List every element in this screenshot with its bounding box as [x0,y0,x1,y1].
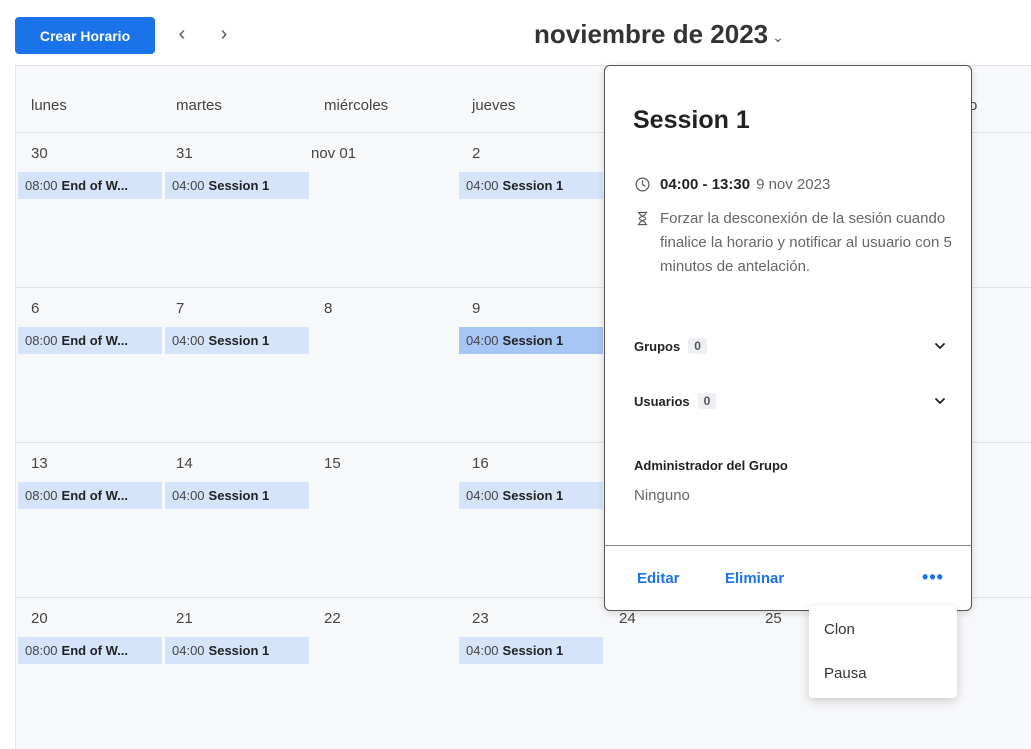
users-section[interactable]: Usuarios 0 [634,393,946,409]
day-number[interactable]: 20 [31,610,48,627]
more-options-icon[interactable]: ••• [917,564,949,590]
event-time: 04:00 [466,488,499,503]
day-number[interactable]: 9 [472,300,480,317]
disconnect-notice: Forzar la desconexión de la sesión cuand… [635,207,955,279]
event-date: 9 nov 2023 [756,176,831,193]
event-chip[interactable]: 08:00 End of W... [18,482,162,509]
event-time-line: 04:00 - 13:30 9 nov 2023 [635,176,830,193]
users-label: Usuarios [634,393,690,409]
event-title: Session 1 [502,178,564,193]
notice-text: Forzar la desconexión de la sesión cuand… [660,210,952,275]
event-title: Session 1 [208,178,270,193]
groups-section[interactable]: Grupos 0 [634,338,946,354]
day-number[interactable]: 16 [472,455,489,472]
day-number[interactable]: 21 [176,610,193,627]
event-chip[interactable]: 04:00 Session 1 [165,327,309,354]
event-chip-selected[interactable]: 04:00 Session 1 [459,327,603,354]
event-title: Session 1 [502,333,564,348]
day-number[interactable]: 30 [31,145,48,162]
event-time: 08:00 [25,333,58,348]
event-time: 04:00 [466,333,499,348]
chevron-left-icon[interactable]: ‹ [168,19,196,49]
event-time: 04:00 [466,178,499,193]
group-admin-value: Ninguno [634,487,690,504]
hourglass-icon [637,211,648,226]
event-chip[interactable]: 04:00 Session 1 [459,482,603,509]
day-number[interactable]: 8 [324,300,332,317]
event-title: End of W... [61,178,128,193]
day-number[interactable]: 24 [619,610,636,627]
event-time-range: 04:00 - 13:30 [660,176,751,193]
event-chip[interactable]: 04:00 Session 1 [165,172,309,199]
event-time: 04:00 [172,178,205,193]
create-schedule-button[interactable]: Crear Horario [15,17,155,54]
day-number[interactable]: 14 [176,455,193,472]
event-chip[interactable]: 04:00 Session 1 [459,172,603,199]
event-chip[interactable]: 08:00 End of W... [18,327,162,354]
event-title: End of W... [61,333,128,348]
event-title: Session 1 [208,333,270,348]
groups-label: Grupos [634,338,681,354]
event-title: Session 1 [502,643,564,658]
pause-menu-item[interactable]: Pausa [824,665,867,682]
day-number[interactable]: 15 [324,455,341,472]
day-number[interactable]: 2 [472,145,480,162]
weekday-label: miércoles [324,97,389,114]
event-chip[interactable]: 04:00 Session 1 [165,637,309,664]
clock-icon [635,177,650,192]
event-time: 08:00 [25,178,58,193]
day-number[interactable]: 25 [765,610,782,627]
chevron-down-icon: ⌄ [772,29,784,45]
event-title: End of W... [61,643,128,658]
event-title: Session 1 [208,488,270,503]
chevron-right-icon[interactable]: › [210,19,238,49]
clone-menu-item[interactable]: Clon [824,621,855,638]
day-number[interactable]: 23 [472,610,489,627]
event-chip[interactable]: 04:00 Session 1 [165,482,309,509]
month-title: noviembre de 2023 [534,19,769,49]
event-detail-popover: Session 1 04:00 - 13:30 9 nov 2023 Forza… [604,65,972,611]
event-time: 04:00 [466,643,499,658]
event-chip[interactable]: 04:00 Session 1 [459,637,603,664]
delete-button[interactable]: Eliminar [725,570,784,587]
event-title: End of W... [61,488,128,503]
day-number[interactable]: 31 [176,145,193,162]
edit-button[interactable]: Editar [637,570,680,587]
toolbar: Crear Horario ‹ › noviembre de 2023 ⌄ [0,0,1031,64]
event-time: 04:00 [172,643,205,658]
more-options-menu: Clon Pausa [809,606,957,698]
day-number[interactable]: nov 01 [311,145,356,162]
month-selector[interactable]: noviembre de 2023 ⌄ [534,19,784,50]
popover-divider [605,545,971,546]
groups-count-badge: 0 [688,338,707,354]
chevron-down-icon[interactable] [934,340,946,352]
weekday-label: martes [176,97,222,114]
users-count-badge: 0 [697,393,717,409]
event-time: 08:00 [25,643,58,658]
event-title: Session 1 [208,643,270,658]
event-time: 04:00 [172,488,205,503]
popover-title: Session 1 [633,106,750,134]
day-number[interactable]: 13 [31,455,48,472]
event-time: 08:00 [25,488,58,503]
event-chip[interactable]: 08:00 End of W... [18,637,162,664]
event-title: Session 1 [502,488,564,503]
weekday-label: lunes [31,97,67,114]
day-number[interactable]: 6 [31,300,39,317]
chevron-down-icon[interactable] [934,395,946,407]
group-admin-label: Administrador del Grupo [634,458,788,473]
weekday-label: jueves [472,97,516,114]
event-time: 04:00 [172,333,205,348]
day-number[interactable]: 7 [176,300,184,317]
day-number[interactable]: 22 [324,610,341,627]
event-chip[interactable]: 08:00 End of W... [18,172,162,199]
